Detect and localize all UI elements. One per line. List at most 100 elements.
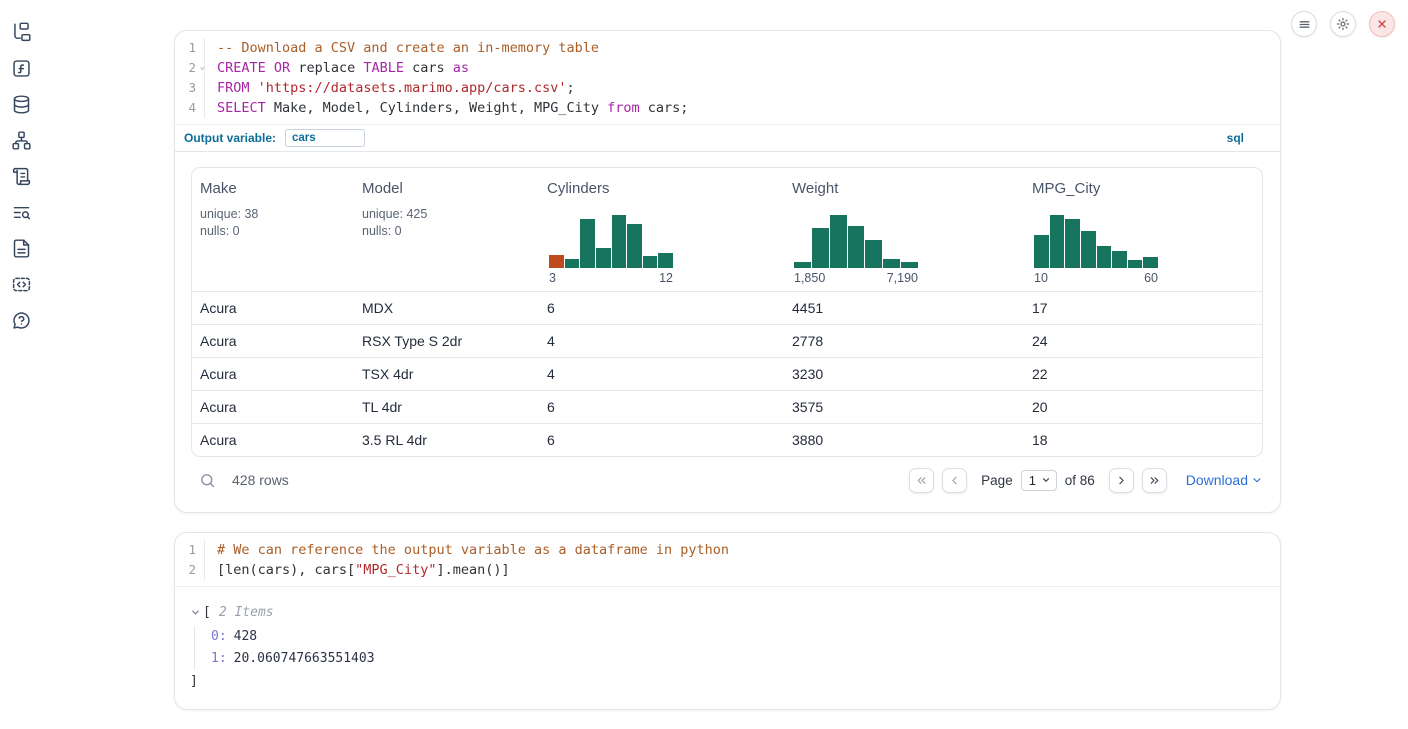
- output-variable-bar: Output variable: sql: [175, 124, 1280, 152]
- model-unique-stat: unique: 425: [362, 206, 531, 223]
- line-number: 2: [175, 560, 205, 580]
- code-line[interactable]: 1-- Download a CSV and create an in-memo…: [175, 38, 1280, 58]
- code-line[interactable]: 2⌄CREATE OR replace TABLE cars as: [175, 58, 1280, 78]
- histogram-bar: [612, 215, 627, 268]
- line-number: 3: [175, 78, 205, 98]
- model-nulls-stat: nulls: 0: [362, 223, 531, 240]
- mpg-city-histogram[interactable]: 1060: [1034, 215, 1158, 285]
- page-label: Page: [981, 473, 1013, 488]
- pagination: Page 1 of 86 Download: [909, 468, 1263, 493]
- table-row[interactable]: AcuraTSX 4dr4323022: [192, 357, 1262, 390]
- tree-items-count: 2 Items: [219, 605, 274, 620]
- tree-item[interactable]: 0: 428: [211, 626, 1264, 648]
- table-row[interactable]: AcuraRSX Type S 2dr4277824: [192, 324, 1262, 357]
- tree-item[interactable]: 1:20.060747663551403: [211, 648, 1264, 670]
- last-page-button[interactable]: [1142, 468, 1167, 493]
- code-line[interactable]: 2[len(cars), cars["MPG_City"].mean()]: [175, 560, 1280, 580]
- column-header-model[interactable]: Model unique: 425 nulls: 0: [354, 168, 539, 291]
- shutdown-button[interactable]: [1369, 11, 1395, 37]
- histogram-bar: [565, 259, 580, 268]
- help-icon[interactable]: [10, 309, 32, 331]
- histogram-bar: [794, 262, 811, 268]
- python-output-area: [ 2 Items 0:4281:20.060747663551403 ]: [175, 586, 1280, 709]
- column-header-mpg-city[interactable]: MPG_City 1060: [1024, 168, 1262, 291]
- table-cell: Acura: [192, 333, 354, 349]
- table-cell: 4: [539, 333, 784, 349]
- tree-item-key: 0:: [211, 629, 227, 644]
- close-icon: [1376, 18, 1388, 30]
- table-search-icon[interactable]: [199, 472, 216, 489]
- row-count-label: 428 rows: [232, 472, 289, 488]
- logs-icon[interactable]: [10, 165, 32, 187]
- table-cell: 3230: [784, 366, 1024, 382]
- histogram-bar: [658, 253, 673, 268]
- axis-max-label: 12: [659, 271, 673, 285]
- code-text: -- Download a CSV and create an in-memor…: [205, 38, 599, 58]
- fold-chevron-icon[interactable]: ⌄: [200, 57, 205, 77]
- next-page-button[interactable]: [1109, 468, 1134, 493]
- chevron-down-icon: [1251, 474, 1263, 486]
- table-row[interactable]: AcuraTL 4dr6357520: [192, 390, 1262, 423]
- histogram-bar: [580, 219, 595, 268]
- make-unique-stat: unique: 38: [200, 206, 346, 223]
- code-line[interactable]: 4SELECT Make, Model, Cylinders, Weight, …: [175, 98, 1280, 118]
- dependency-graph-icon[interactable]: [10, 129, 32, 151]
- download-button[interactable]: Download: [1186, 472, 1263, 488]
- line-number: 2⌄: [175, 58, 205, 78]
- axis-min-label: 3: [549, 271, 556, 285]
- histogram-bar: [643, 256, 658, 268]
- table-row[interactable]: Acura3.5 RL 4dr6388018: [192, 423, 1262, 456]
- histogram-bar: [1128, 260, 1143, 268]
- histogram-bar: [627, 224, 642, 268]
- table-cell: 2778: [784, 333, 1024, 349]
- column-header-make[interactable]: Make unique: 38 nulls: 0: [192, 168, 354, 291]
- histogram-bar: [1065, 219, 1080, 268]
- cylinders-histogram[interactable]: 3 12: [549, 215, 673, 285]
- code-line[interactable]: 1# We can reference the output variable …: [175, 540, 1280, 560]
- settings-button[interactable]: [1330, 11, 1356, 37]
- collapse-chevron-icon[interactable]: [190, 607, 201, 618]
- python-code-editor[interactable]: 1# We can reference the output variable …: [175, 533, 1280, 586]
- language-badge[interactable]: sql: [1227, 131, 1244, 145]
- axis-min-label: 1,850: [794, 271, 825, 285]
- table-cell: MDX: [354, 300, 539, 316]
- tree-item-key: 1:: [211, 651, 227, 666]
- snippets-icon[interactable]: [10, 273, 32, 295]
- table-cell: TL 4dr: [354, 399, 539, 415]
- file-tree-icon[interactable]: [10, 21, 32, 43]
- line-number: 4: [175, 98, 205, 118]
- chevron-right-icon: [1115, 474, 1128, 487]
- output-variable-input[interactable]: [285, 129, 365, 147]
- previous-page-button[interactable]: [942, 468, 967, 493]
- table-cell: TSX 4dr: [354, 366, 539, 382]
- table-cell: 4: [539, 366, 784, 382]
- tree-items: 0: 428 1:20.060747663551403: [194, 626, 1264, 670]
- code-line[interactable]: 3FROM 'https://datasets.marimo.app/cars.…: [175, 78, 1280, 98]
- sql-code-editor[interactable]: 1-- Download a CSV and create an in-memo…: [175, 31, 1280, 124]
- page-select[interactable]: 1: [1021, 470, 1057, 491]
- functions-icon[interactable]: [10, 57, 32, 79]
- histogram-bar: [1097, 246, 1112, 268]
- table-row[interactable]: AcuraMDX6445117: [192, 291, 1262, 324]
- search-icon[interactable]: [10, 201, 32, 223]
- table-cell: 17: [1024, 300, 1262, 316]
- table-body: AcuraMDX6445117AcuraRSX Type S 2dr427782…: [192, 291, 1262, 456]
- table-cell: 3575: [784, 399, 1024, 415]
- histogram-bar: [1143, 257, 1158, 268]
- documentation-icon[interactable]: [10, 237, 32, 259]
- line-number: 1: [175, 540, 205, 560]
- tree-item-value: 428: [234, 629, 257, 644]
- histogram-bar: [901, 262, 918, 268]
- histogram-bar: [596, 248, 611, 268]
- left-sidebar: [10, 21, 32, 331]
- datasources-icon[interactable]: [10, 93, 32, 115]
- column-header-cylinders[interactable]: Cylinders 312: [539, 168, 784, 291]
- first-page-button[interactable]: [909, 468, 934, 493]
- window-controls: [1291, 11, 1395, 37]
- table-cell: 3.5 RL 4dr: [354, 432, 539, 448]
- weight-histogram[interactable]: 1,8507,190: [794, 215, 918, 285]
- menu-button[interactable]: [1291, 11, 1317, 37]
- table-cell: 4451: [784, 300, 1024, 316]
- column-header-weight[interactable]: Weight 1,8507,190: [784, 168, 1024, 291]
- table-cell: Acura: [192, 399, 354, 415]
